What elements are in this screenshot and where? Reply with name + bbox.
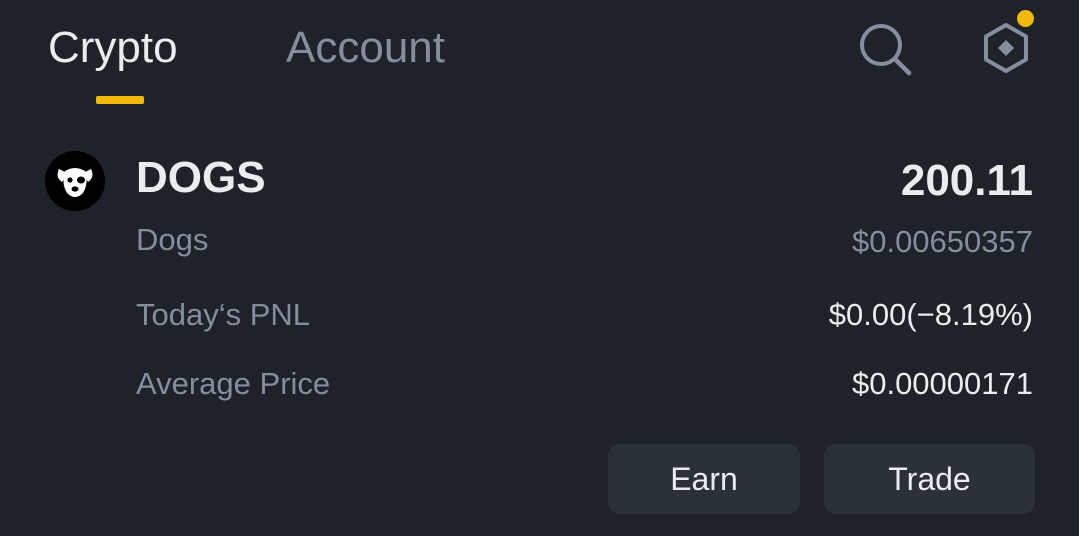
tab-account[interactable]: Account bbox=[286, 22, 445, 74]
average-price-value: $0.00000171 bbox=[851, 366, 1033, 401]
tab-crypto[interactable]: Crypto bbox=[48, 22, 178, 74]
active-tab-indicator bbox=[96, 96, 144, 104]
todays-pnl-label: Today‘s PNL bbox=[136, 297, 311, 332]
search-icon[interactable] bbox=[858, 22, 912, 76]
dogs-token-icon bbox=[45, 151, 105, 211]
earn-button[interactable]: Earn bbox=[608, 444, 800, 514]
asset-name: Dogs bbox=[136, 222, 209, 257]
asset-price: $0.00650357 bbox=[851, 224, 1033, 259]
asset-screen: Crypto Account DOGS Dogs 200.11 $0.00650… bbox=[0, 0, 1079, 536]
notification-dot bbox=[1017, 10, 1034, 27]
trade-button[interactable]: Trade bbox=[824, 444, 1035, 514]
todays-pnl-value: $0.00(−8.19%) bbox=[828, 297, 1033, 332]
asset-symbol: DOGS bbox=[136, 153, 266, 202]
asset-amount: 200.11 bbox=[900, 156, 1033, 205]
average-price-label: Average Price bbox=[136, 366, 331, 401]
hexagon-settings-icon[interactable] bbox=[980, 20, 1032, 76]
